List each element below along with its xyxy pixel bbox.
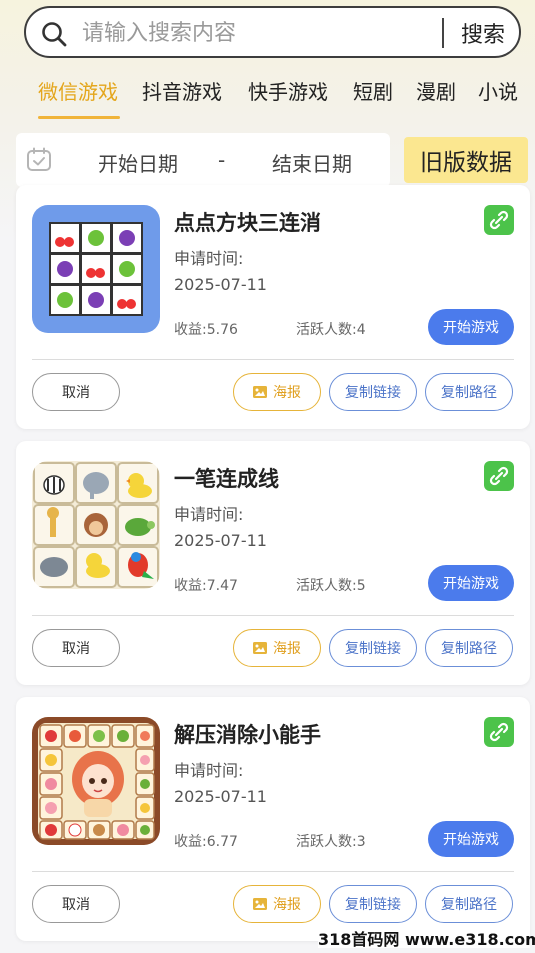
poster-label: 海报	[273, 641, 301, 657]
cancel-button[interactable]: 取消	[32, 629, 120, 667]
card-divider	[32, 615, 514, 616]
search-input[interactable]	[82, 16, 432, 50]
apply-time-label: 申请时间:	[174, 761, 244, 780]
tab-kuaishou-games[interactable]: 快手游戏	[248, 76, 328, 105]
apply-date: 2025-07-11	[174, 275, 267, 294]
date-range-picker[interactable]: 开始日期 - 结束日期	[16, 133, 390, 187]
start-game-button[interactable]: 开始游戏	[428, 565, 514, 601]
cancel-button[interactable]: 取消	[32, 885, 120, 923]
apply-time-label: 申请时间:	[174, 249, 244, 268]
active-users-value: 活跃人数:3	[296, 834, 366, 850]
search-bar: 搜索	[24, 6, 521, 58]
tab-novel[interactable]: 小说	[478, 76, 518, 105]
tab-douyin-games[interactable]: 抖音游戏	[142, 76, 222, 105]
tab-comic-drama[interactable]: 漫剧	[416, 76, 456, 105]
copy-link-button[interactable]: 复制链接	[329, 885, 417, 923]
apply-date: 2025-07-11	[174, 531, 267, 550]
card-divider	[32, 359, 514, 360]
link-icon[interactable]	[484, 205, 514, 235]
game-thumbnail-fruit-blocks	[32, 205, 160, 333]
game-card: 点点方块三连消 申请时间: 2025-07-11 收益:5.76 活跃人数:4 …	[16, 185, 530, 429]
image-icon	[253, 898, 267, 910]
active-tab-indicator	[38, 116, 120, 119]
poster-button[interactable]: 海报	[233, 885, 321, 923]
poster-label: 海报	[273, 385, 301, 401]
tab-wechat-games[interactable]: 微信游戏	[38, 76, 118, 105]
game-title: 一笔连成线	[174, 467, 279, 491]
image-icon	[253, 642, 267, 654]
search-divider	[442, 18, 444, 48]
end-date-field[interactable]: 结束日期	[272, 148, 352, 177]
old-data-button[interactable]: 旧版数据	[404, 137, 528, 183]
search-icon	[42, 22, 67, 47]
calendar-icon	[27, 147, 51, 171]
image-icon	[253, 386, 267, 398]
category-tabs: 微信游戏 抖音游戏 快手游戏 短剧 漫剧 小说	[0, 76, 535, 120]
income-value: 收益:5.76	[174, 322, 238, 338]
copy-link-button[interactable]: 复制链接	[329, 373, 417, 411]
income-value: 收益:6.77	[174, 834, 238, 850]
card-divider	[32, 871, 514, 872]
poster-label: 海报	[273, 897, 301, 913]
copy-link-button[interactable]: 复制链接	[329, 629, 417, 667]
site-watermark: 318首码网 www.e318.com	[318, 926, 535, 949]
link-icon[interactable]	[484, 461, 514, 491]
link-icon[interactable]	[484, 717, 514, 747]
game-thumbnail-girl-tiles	[32, 717, 160, 845]
copy-path-button[interactable]: 复制路径	[425, 373, 513, 411]
copy-path-button[interactable]: 复制路径	[425, 885, 513, 923]
game-thumbnail-animal-tiles	[32, 461, 160, 589]
start-game-button[interactable]: 开始游戏	[428, 821, 514, 857]
copy-path-button[interactable]: 复制路径	[425, 629, 513, 667]
game-title: 点点方块三连消	[174, 211, 321, 235]
poster-button[interactable]: 海报	[233, 373, 321, 411]
date-separator: -	[218, 148, 226, 172]
apply-date: 2025-07-11	[174, 787, 267, 806]
active-users-value: 活跃人数:4	[296, 322, 366, 338]
poster-button[interactable]: 海报	[233, 629, 321, 667]
cancel-button[interactable]: 取消	[32, 373, 120, 411]
apply-time-label: 申请时间:	[174, 505, 244, 524]
search-button[interactable]: 搜索	[450, 12, 516, 54]
start-date-field[interactable]: 开始日期	[98, 148, 178, 177]
tab-short-drama[interactable]: 短剧	[353, 76, 393, 105]
active-users-value: 活跃人数:5	[296, 578, 366, 594]
game-card: 解压消除小能手 申请时间: 2025-07-11 收益:6.77 活跃人数:3 …	[16, 697, 530, 941]
game-title: 解压消除小能手	[174, 723, 321, 747]
income-value: 收益:7.47	[174, 578, 238, 594]
game-card: 一笔连成线 申请时间: 2025-07-11 收益:7.47 活跃人数:5 开始…	[16, 441, 530, 685]
start-game-button[interactable]: 开始游戏	[428, 309, 514, 345]
